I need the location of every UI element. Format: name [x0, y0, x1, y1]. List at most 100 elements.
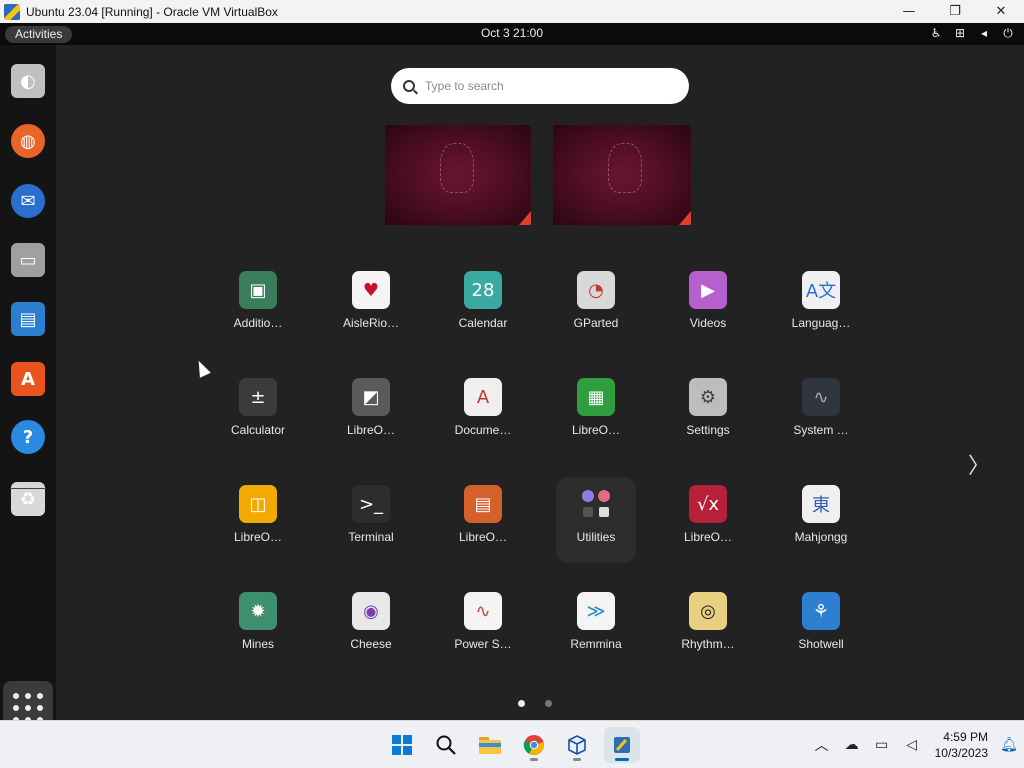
dock-item-trash[interactable]: ♻ — [8, 479, 48, 519]
page-dot-2[interactable] — [545, 700, 552, 707]
app-libreo[interactable]: ▦ LibreO… — [556, 370, 636, 456]
notification-bell-icon[interactable]: 🔔︎ — [994, 737, 1024, 753]
chevron-right-icon[interactable]: 〉 — [968, 448, 990, 480]
app-videos[interactable]: ▶ Videos — [668, 263, 748, 349]
workspace-thumbnail-2[interactable] — [553, 125, 691, 225]
app-label: AisleRio… — [342, 316, 399, 330]
libreoffice-math-icon: √x — [689, 485, 727, 523]
app-rhythm[interactable]: ◎ Rhythm… — [668, 584, 748, 670]
virtualbox-cube-icon — [568, 735, 586, 755]
app-docume[interactable]: A Docume… — [443, 370, 523, 456]
start-button[interactable] — [384, 727, 420, 763]
power-statistics-icon: ∿ — [464, 592, 502, 630]
windows-logo-icon — [392, 735, 412, 755]
chrome-button[interactable] — [516, 727, 552, 763]
windows-taskbar: ︿ ☁ ▭ ◁ 4:59 PM 10/3/2023 🔔︎ — [0, 720, 1024, 768]
app-libreo[interactable]: ◫ LibreO… — [218, 477, 298, 563]
videos-icon: ▶ — [689, 271, 727, 309]
app-label: Calculator — [230, 423, 286, 437]
accessibility-icon[interactable]: ♿ — [930, 26, 942, 41]
app-remmina[interactable]: ≫ Remmina — [556, 584, 636, 670]
files-icon: ▭ — [11, 243, 45, 277]
app-label: Cheese — [350, 637, 392, 651]
clock-button[interactable]: Oct 3 21:00 — [481, 26, 543, 40]
display-icon[interactable]: ▭ — [867, 737, 897, 753]
power-icon[interactable]: ⏻ — [1002, 26, 1014, 41]
virtualbox-manager-button[interactable] — [559, 727, 595, 763]
app-libreo[interactable]: √x LibreO… — [668, 477, 748, 563]
volume-icon[interactable]: ◂ — [978, 26, 990, 41]
app-cheese[interactable]: ◉ Cheese — [331, 584, 411, 670]
network-icon[interactable]: ⊞ — [954, 26, 966, 41]
app-label: System … — [793, 423, 849, 437]
activities-button[interactable]: Activities — [5, 26, 73, 43]
app-system[interactable]: ∿ System … — [781, 370, 861, 456]
dock-separator — [10, 488, 46, 489]
minimize-button[interactable]: — — [886, 0, 932, 23]
app-aislerio[interactable]: ♥ AisleRio… — [331, 263, 411, 349]
dock-item-files[interactable]: ▭ — [8, 240, 48, 280]
app-label: Utilities — [576, 530, 616, 544]
restore-button[interactable]: ❐ — [932, 0, 978, 23]
app-label: Mines — [241, 637, 274, 651]
search-icon — [403, 80, 415, 92]
app-gparted[interactable]: ◔ GParted — [556, 263, 636, 349]
firefox-icon: ◍ — [11, 124, 45, 158]
cards-icon: ♥ — [352, 271, 390, 309]
taskbar-time: 4:59 PM — [943, 730, 988, 744]
search-input[interactable] — [425, 79, 645, 93]
dock-item-firefox[interactable]: ◍ — [8, 121, 48, 161]
close-button[interactable]: ✕ — [978, 0, 1024, 23]
file-explorer-button[interactable] — [472, 727, 508, 763]
app-label: LibreO… — [233, 530, 283, 544]
clock-label-wrap: Oct 3 21:00 — [0, 26, 1024, 40]
remmina-icon: ≫ — [577, 592, 615, 630]
app-settings[interactable]: ⚙ Settings — [668, 370, 748, 456]
page-dot-1[interactable] — [518, 700, 525, 707]
dock-item-help[interactable]: ? — [8, 417, 48, 457]
active-indicator — [615, 758, 629, 761]
onedrive-icon[interactable]: ☁ — [837, 737, 867, 753]
app-terminal[interactable]: >_ Terminal — [331, 477, 411, 563]
app-label: Calendar — [458, 316, 508, 330]
windows-system-tray: ︿ ☁ ▭ ◁ 4:59 PM 10/3/2023 🔔︎ — [807, 721, 1024, 768]
utilities-folder-icon — [577, 485, 615, 523]
app-mines[interactable]: ✹ Mines — [218, 584, 298, 670]
search-bar[interactable] — [391, 68, 689, 104]
chip-icon: ▣ — [239, 271, 277, 309]
virtualbox-vm-button[interactable] — [604, 727, 640, 763]
dock-item-help-about[interactable]: ◐ — [8, 61, 48, 101]
app-label: Power S… — [454, 637, 512, 651]
gnome-top-bar: Activities Oct 3 21:00 ♿ ⊞ ◂ ⏻ — [0, 23, 1024, 45]
app-calendar[interactable]: 28 Calendar — [443, 263, 523, 349]
app-languag[interactable]: A文 Languag… — [781, 263, 861, 349]
dock-item-app-center[interactable]: A — [8, 359, 48, 399]
app-additio[interactable]: ▣ Additio… — [218, 263, 298, 349]
workspace-thumbnail-1[interactable] — [385, 125, 531, 225]
running-indicator — [530, 758, 538, 761]
app-mahjongg[interactable]: 東 Mahjongg — [781, 477, 861, 563]
search-button[interactable] — [428, 727, 464, 763]
taskbar-clock[interactable]: 4:59 PM 10/3/2023 — [927, 729, 994, 761]
app-shotwell[interactable]: ⚘ Shotwell — [781, 584, 861, 670]
app-power-s[interactable]: ∿ Power S… — [443, 584, 523, 670]
dock-item-thunderbird[interactable]: ✉ — [8, 181, 48, 221]
app-label: LibreO… — [683, 530, 733, 544]
show-apps-button[interactable] — [3, 681, 53, 720]
app-calculator[interactable]: ± Calculator — [218, 370, 298, 456]
app-label: Videos — [689, 316, 727, 330]
window-title: Ubuntu 23.04 [Running] - Oracle VM Virtu… — [26, 4, 278, 19]
dock-item-libreoffice-writer[interactable]: ▤ — [8, 299, 48, 339]
libreoffice-draw-icon: ◫ — [239, 485, 277, 523]
mines-icon: ✹ — [239, 592, 277, 630]
wallpaper-figure — [608, 143, 642, 193]
folder-icon — [479, 737, 501, 754]
chevron-up-icon[interactable]: ︿ — [807, 735, 837, 755]
mouse-cursor — [193, 358, 211, 378]
speaker-muted-icon[interactable]: ◁ — [897, 737, 927, 753]
app-utilities[interactable]: Utilities — [556, 477, 636, 563]
app-libreo[interactable]: ▤ LibreO… — [443, 477, 523, 563]
app-label: Docume… — [454, 423, 512, 437]
app-libreo[interactable]: ◩ LibreO… — [331, 370, 411, 456]
virtualbox-vm-icon — [614, 737, 630, 753]
